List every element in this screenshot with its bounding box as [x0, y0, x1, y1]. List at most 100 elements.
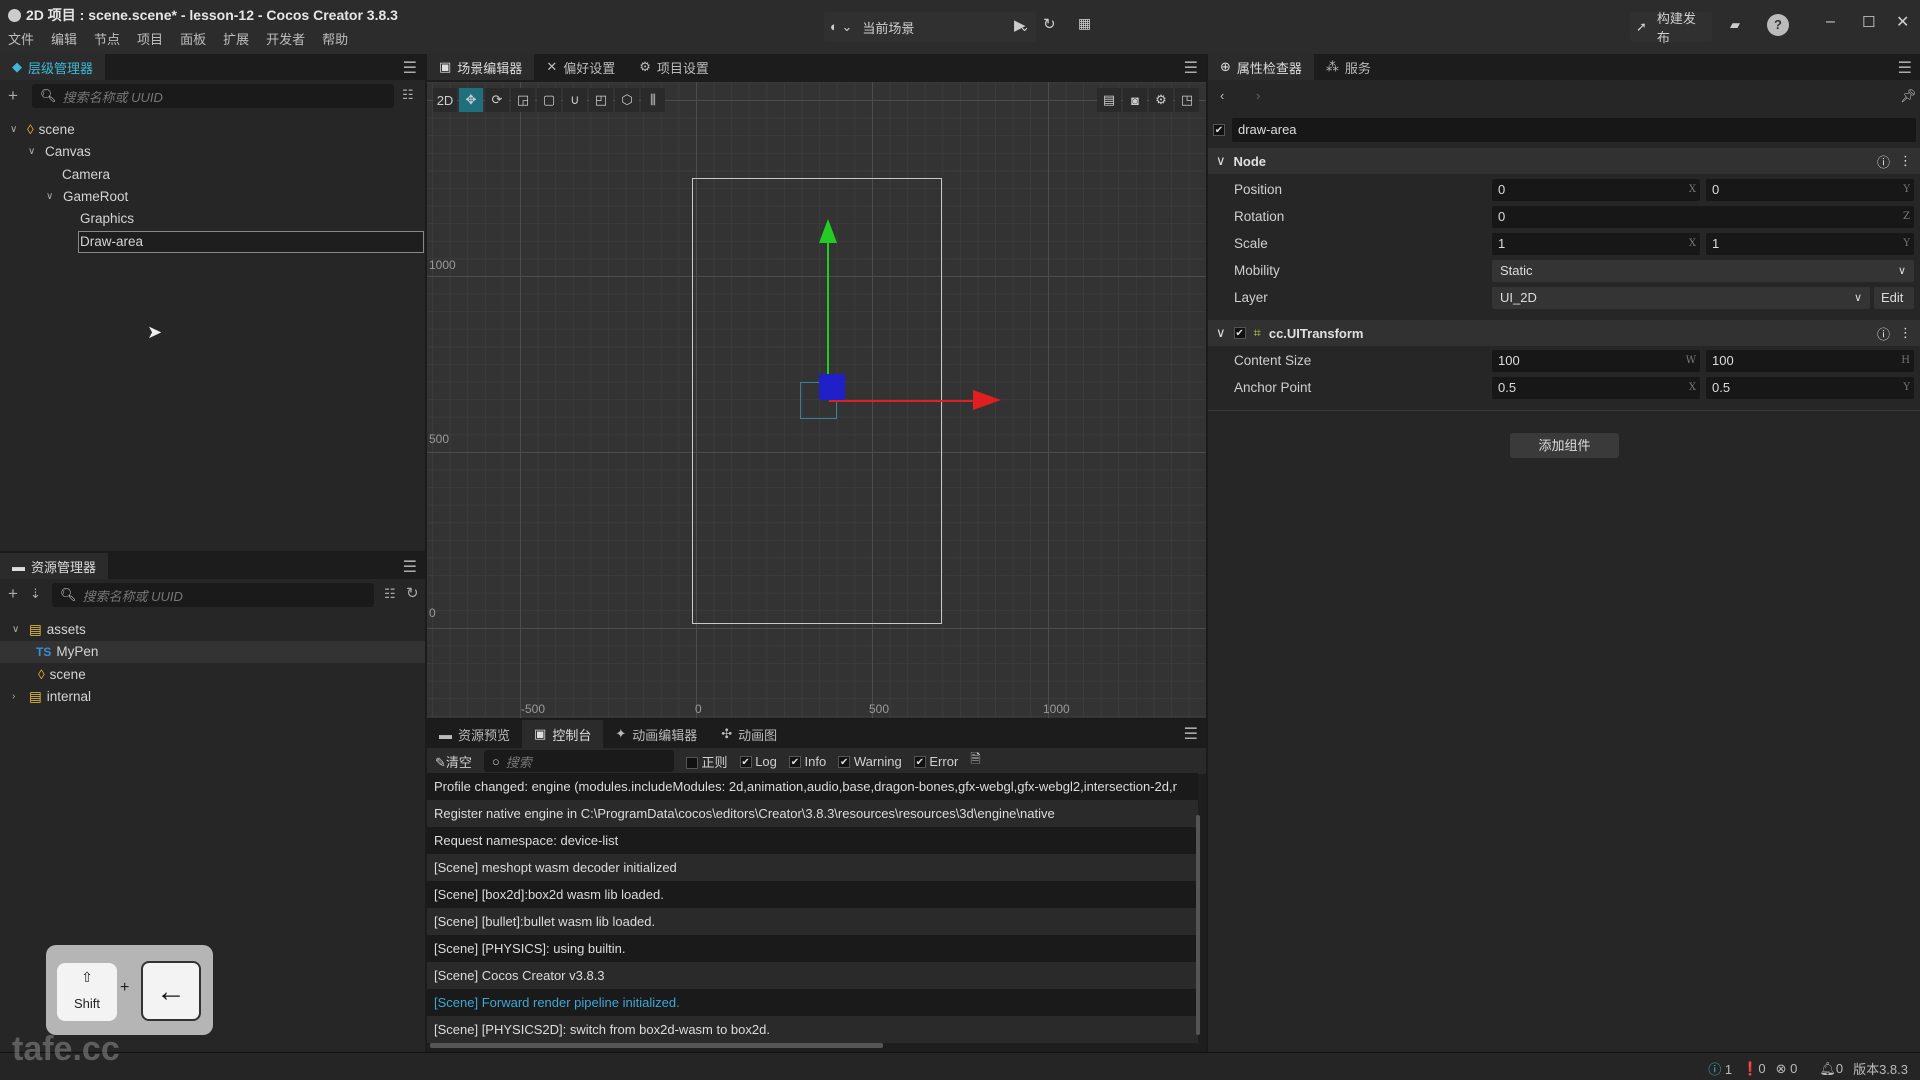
screen-icon[interactable]: ◳	[1175, 88, 1199, 112]
scene-selector[interactable]: ◐ ⌄ 当前场景 ⌄	[824, 12, 1036, 42]
sort-icon[interactable]: ⇣	[30, 586, 41, 602]
play-icon[interactable]: ▶	[1014, 16, 1026, 34]
pivot-icon[interactable]: ◰	[589, 88, 613, 112]
tree-node-graphics[interactable]: Graphics	[80, 208, 134, 230]
filter-error[interactable]: ✔ Error	[913, 754, 958, 769]
menu-edit[interactable]: 编辑	[51, 29, 77, 48]
gizmo-xy-handle[interactable]	[819, 374, 845, 400]
node-active-checkbox[interactable]: ✔	[1213, 124, 1225, 136]
close-icon[interactable]: ✕	[1896, 12, 1909, 32]
tree-node-rename-input[interactable]: Draw-area	[78, 231, 424, 253]
mobility-select[interactable]: Static ∨	[1492, 260, 1914, 282]
rect-tool-icon[interactable]: ▢	[537, 88, 561, 112]
assets-search-input[interactable]: 🔍︎ 搜索名称或 UUID	[52, 583, 374, 607]
filter-icon[interactable]: ☷	[384, 586, 396, 602]
local-global-icon[interactable]: ⬡	[615, 88, 639, 112]
forward-icon[interactable]: ›	[1256, 88, 1260, 103]
tree-node-camera[interactable]: Camera	[62, 164, 110, 186]
checkbox[interactable]: ✔	[788, 756, 801, 769]
checkbox[interactable]: ✔	[739, 756, 752, 769]
anchor-x-input[interactable]: 0.5 X	[1492, 377, 1700, 399]
move-tool-icon[interactable]: ✥	[459, 88, 483, 112]
more-icon[interactable]: ⋮	[1899, 153, 1912, 169]
tab-asset-preview[interactable]: ▬ 资源预览	[427, 720, 522, 748]
maximize-icon[interactable]: ☐	[1862, 13, 1875, 31]
add-component-button[interactable]: 添加组件	[1510, 433, 1619, 458]
menu-icon[interactable]: ☰	[1184, 58, 1198, 78]
info-count[interactable]: ⓘ 1	[1708, 1059, 1732, 1078]
error-count[interactable]: ⊗ 0	[1776, 1061, 1798, 1077]
hierarchy-search-input[interactable]: 🔍︎ 搜索名称或 UUID	[32, 84, 394, 108]
menu-help[interactable]: 帮助	[322, 29, 348, 48]
gear-icon[interactable]: ⚙	[1149, 88, 1173, 112]
gizmo-y-arrow-icon[interactable]	[819, 219, 837, 243]
component-enabled-checkbox[interactable]: ✔	[1233, 327, 1246, 339]
filter-log[interactable]: ✔ Log	[739, 754, 777, 769]
warning-count[interactable]: ❗0	[1742, 1061, 1765, 1077]
filter-regex[interactable]: 正则	[685, 752, 728, 771]
chevron-right-icon[interactable]: ›	[12, 686, 24, 708]
more-icon[interactable]: ⋮	[1899, 325, 1912, 341]
menu-icon[interactable]: ☰	[403, 58, 417, 78]
scale-y-input[interactable]: 1Y	[1706, 233, 1914, 255]
tab-services[interactable]: ⁂ 服务	[1314, 54, 1383, 80]
tab-scene-editor[interactable]: ▣ 场景编辑器	[427, 54, 535, 80]
asset-item-mypen[interactable]: TS MyPen	[0, 641, 425, 663]
minimize-icon[interactable]: –	[1826, 13, 1835, 31]
checkbox[interactable]: ✔	[913, 756, 926, 769]
align-icon[interactable]: ⫼	[641, 88, 665, 112]
asset-item-scene[interactable]: ◊ scene	[38, 664, 86, 686]
add-icon[interactable]: +	[8, 86, 18, 106]
build-button[interactable]: ➚ 构建发布	[1630, 11, 1712, 45]
asset-folder-internal[interactable]: › ▤ internal	[12, 686, 91, 708]
position-y-input[interactable]: 0Y	[1706, 179, 1914, 201]
back-icon[interactable]: ‹	[1220, 88, 1224, 103]
folder-icon[interactable]: ▰	[1730, 17, 1740, 33]
rotate-tool-icon[interactable]: ⟳	[485, 88, 509, 112]
open-log-file-icon[interactable]: 🗎︎	[970, 750, 980, 772]
menu-icon[interactable]: ☰	[1184, 724, 1198, 744]
tree-node-scene[interactable]: ∨ ◊ scene	[10, 119, 75, 141]
anchor-y-input[interactable]: 0.5 Y	[1706, 377, 1914, 399]
notification-count[interactable]: 🔔︎0	[1819, 1061, 1843, 1077]
refresh-icon[interactable]: ↻	[1043, 15, 1056, 33]
chevron-down-icon[interactable]: ∨	[28, 141, 40, 163]
clear-button[interactable]: ✎清空	[435, 752, 472, 771]
menu-icon[interactable]: ☰	[403, 557, 417, 577]
chevron-down-icon[interactable]: ∨	[10, 119, 22, 141]
menu-extension[interactable]: 扩展	[223, 29, 249, 48]
tab-project-settings[interactable]: ⚙ 项目设置	[627, 54, 721, 80]
filter-info[interactable]: ✔ Info	[788, 754, 826, 769]
menu-icon[interactable]: ☰	[1898, 58, 1912, 78]
menu-panel[interactable]: 面板	[180, 29, 206, 48]
checkbox[interactable]: ✔	[838, 756, 851, 769]
qrcode-icon[interactable]: ▦	[1078, 15, 1091, 32]
scale-x-input[interactable]: 1X	[1492, 233, 1700, 255]
gizmo-icon[interactable]: ▤	[1097, 88, 1121, 112]
sort-icon[interactable]: ☷	[402, 87, 414, 103]
refresh-icon[interactable]: ↻	[406, 584, 419, 602]
layer-edit-button[interactable]: Edit	[1874, 287, 1914, 309]
menu-file[interactable]: 文件	[8, 29, 34, 48]
menu-project[interactable]: 项目	[137, 29, 163, 48]
camera-icon[interactable]: ◙	[1123, 88, 1147, 112]
node-name-input[interactable]: draw-area	[1232, 118, 1916, 142]
console-horizontal-scrollbar[interactable]	[430, 1043, 883, 1048]
2d-toggle-button[interactable]: 2D	[433, 88, 457, 112]
snap-icon[interactable]: ∪	[563, 88, 587, 112]
tab-assets[interactable]: ▬ 资源管理器	[0, 553, 109, 579]
content-width-input[interactable]: 100 W	[1492, 350, 1700, 372]
platform-icon[interactable]: ◐ ⌄	[830, 19, 852, 35]
tab-hierarchy[interactable]: ◆ 层级管理器	[0, 54, 106, 80]
tab-console[interactable]: ▣ 控制台	[522, 720, 604, 748]
rotation-z-input[interactable]: 0Z	[1492, 206, 1914, 228]
console-search-input[interactable]: ○ 搜索	[483, 750, 674, 772]
position-x-input[interactable]: 0X	[1492, 179, 1700, 201]
node-section-header[interactable]: ∨ Node ⓘ ⋮	[1208, 148, 1920, 174]
help-icon[interactable]: ⓘ	[1877, 152, 1890, 171]
tab-inspector[interactable]: ⊕ 属性检查器	[1208, 54, 1314, 80]
help-icon[interactable]: ⓘ	[1877, 324, 1890, 343]
chevron-down-icon[interactable]: ∨	[12, 619, 24, 641]
uitransform-section-header[interactable]: ∨ ✔ ⌗ cc.UITransform ⓘ ⋮	[1208, 320, 1920, 346]
gizmo-x-arrow-icon[interactable]	[973, 390, 1001, 410]
